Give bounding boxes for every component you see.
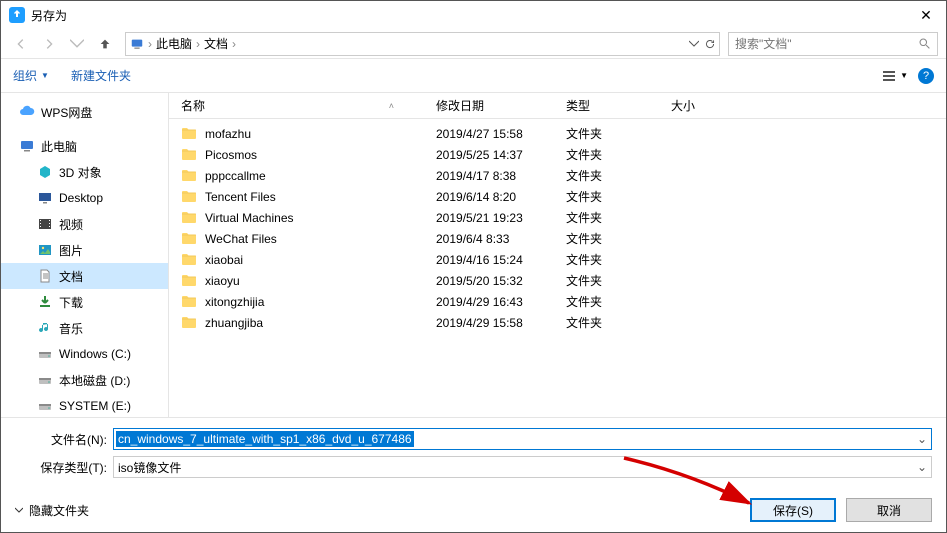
sidebar-item-desktop[interactable]: Desktop [1,185,168,211]
breadcrumb-segment[interactable]: 文档 [204,35,228,52]
file-row[interactable]: WeChat Files2019/6/4 8:33文件夹 [169,228,946,249]
breadcrumb[interactable]: › 此电脑 › 文档 › [125,32,720,56]
save-button[interactable]: 保存(S) [750,498,836,522]
pictures-icon [37,242,53,258]
sidebar-item-this-pc[interactable]: 此电脑 [1,133,168,159]
close-button[interactable]: ✕ [914,7,938,24]
toolbar: 组织▼ 新建文件夹 ▼ ? [1,59,946,93]
3d-icon [37,164,53,180]
filetype-dropdown[interactable]: ⌄ [913,460,931,474]
window-title: 另存为 [31,7,914,24]
this-pc-icon [19,138,35,154]
sidebar-item-music[interactable]: 音乐 [1,315,168,341]
filename-dropdown[interactable]: ⌄ [913,432,931,446]
cancel-button[interactable]: 取消 [846,498,932,522]
column-size[interactable]: 大小 [659,97,739,114]
cloud-icon [19,104,35,120]
folder-icon [181,168,197,182]
forward-button[interactable] [37,32,61,56]
folder-icon [181,273,197,287]
drive-icon [37,398,53,414]
filename-value[interactable]: cn_windows_7_ultimate_with_sp1_x86_dvd_u… [116,431,414,447]
up-button[interactable] [93,32,117,56]
title-bar: 另存为 ✕ [1,1,946,29]
sidebar-item-wps[interactable]: WPS网盘 [1,99,168,125]
video-icon [37,216,53,232]
chevron-right-icon: › [232,37,236,51]
view-icon [882,69,896,83]
chevron-down-icon [15,506,23,514]
downloads-icon [37,294,53,310]
sidebar-item-3d[interactable]: 3D 对象 [1,159,168,185]
back-button[interactable] [9,32,33,56]
breadcrumb-segment[interactable]: 此电脑 [156,35,192,52]
column-date[interactable]: 修改日期 [424,97,554,114]
help-button[interactable]: ? [918,68,934,84]
desktop-icon [37,190,53,206]
sidebar-item-downloads[interactable]: 下载 [1,289,168,315]
sidebar-item-pictures[interactable]: 图片 [1,237,168,263]
filetype-select[interactable]: iso镜像文件 ⌄ [113,456,932,478]
file-row[interactable]: Picosmos2019/5/25 14:37文件夹 [169,144,946,165]
folder-icon [181,315,197,329]
sort-caret-icon: ˄ [389,101,394,111]
filetype-value: iso镜像文件 [114,459,913,476]
file-row[interactable]: xiaobai2019/4/16 15:24文件夹 [169,249,946,270]
chevron-right-icon: › [148,37,152,51]
drive-icon [37,346,53,362]
column-name[interactable]: 名称˄ [169,97,424,114]
file-row[interactable]: xitongzhijia2019/4/29 16:43文件夹 [169,291,946,312]
chevron-down-icon[interactable] [689,39,699,49]
chevron-right-icon: › [196,37,200,51]
filetype-label: 保存类型(T): [15,459,113,476]
sidebar-item-drive[interactable]: 本地磁盘 (D:) [1,367,168,393]
organize-menu[interactable]: 组织▼ [13,67,49,84]
search-field[interactable] [735,37,918,51]
drive-icon [37,372,53,388]
column-type[interactable]: 类型 [554,97,659,114]
column-headers: 名称˄ 修改日期 类型 大小 [169,93,946,119]
sidebar-item-drive[interactable]: SYSTEM (E:) [1,393,168,417]
file-row[interactable]: xiaoyu2019/5/20 15:32文件夹 [169,270,946,291]
file-row[interactable]: mofazhu2019/4/27 15:58文件夹 [169,123,946,144]
view-options[interactable]: ▼ [882,69,908,83]
folder-icon [181,294,197,308]
file-row[interactable]: Virtual Machines2019/5/21 19:23文件夹 [169,207,946,228]
file-list: 名称˄ 修改日期 类型 大小 mofazhu2019/4/27 15:58文件夹… [169,93,946,417]
sidebar-item-video[interactable]: 视频 [1,211,168,237]
folder-icon [181,252,197,266]
file-row[interactable]: pppccallme2019/4/17 8:38文件夹 [169,165,946,186]
folder-icon [181,126,197,140]
filename-input[interactable]: cn_windows_7_ultimate_with_sp1_x86_dvd_u… [113,428,932,450]
folder-icon [181,210,197,224]
filename-label: 文件名(N): [15,431,113,448]
refresh-icon[interactable] [705,39,715,49]
sidebar-item-documents[interactable]: 文档 [1,263,168,289]
folder-icon [181,147,197,161]
hide-folders-toggle[interactable]: 隐藏文件夹 [15,502,89,519]
documents-icon [37,268,53,284]
folder-icon [181,189,197,203]
new-folder-button[interactable]: 新建文件夹 [71,67,131,84]
recent-dropdown[interactable] [65,32,89,56]
music-icon [37,320,53,336]
bottom-bar: 隐藏文件夹 保存(S) 取消 [1,488,946,532]
sidebar: WPS网盘 此电脑 3D 对象Desktop视频图片文档下载音乐Windows … [1,93,169,417]
this-pc-icon [130,37,144,51]
search-icon [918,37,931,50]
search-input[interactable] [728,32,938,56]
sidebar-item-drive[interactable]: Windows (C:) [1,341,168,367]
footer-fields: 文件名(N): cn_windows_7_ultimate_with_sp1_x… [1,417,946,490]
file-row[interactable]: zhuangjiba2019/4/29 15:58文件夹 [169,312,946,333]
file-row[interactable]: Tencent Files2019/6/14 8:20文件夹 [169,186,946,207]
nav-bar: › 此电脑 › 文档 › [1,29,946,59]
app-icon [9,7,25,23]
folder-icon [181,231,197,245]
